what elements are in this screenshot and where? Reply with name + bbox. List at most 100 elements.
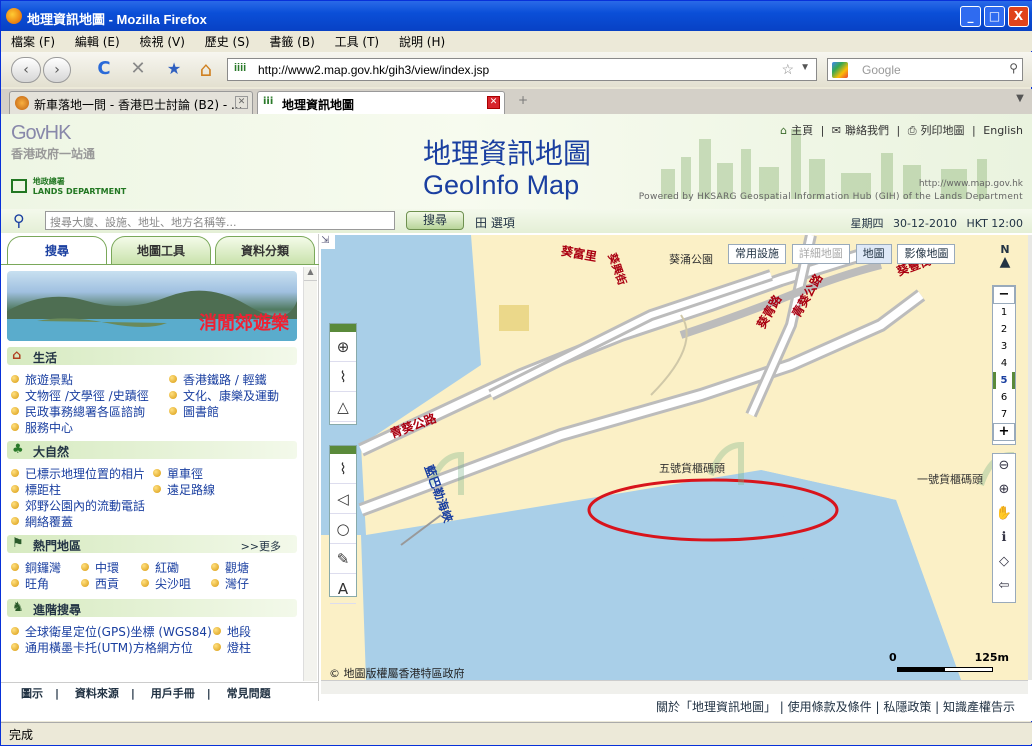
link-causeway-bay[interactable]: 銅鑼灣 [9, 559, 61, 576]
reload-button[interactable]: C [91, 57, 117, 83]
link-user-manual[interactable]: 用戶手冊 [151, 687, 195, 700]
section-life[interactable]: ⌂ 生活 [7, 347, 297, 365]
link-wan-chai[interactable]: 灣仔 [209, 575, 249, 592]
section-hot-areas[interactable]: ⚑ 熱門地區 >>更多 [7, 535, 297, 553]
left-panel-scrollbar[interactable]: ▲ [303, 267, 317, 681]
link-hiking-routes[interactable]: 遠足路線 [151, 481, 215, 498]
new-tab-icon[interactable]: + [513, 93, 533, 111]
link-geotagged-photos[interactable]: 已標示地理位置的相片 [9, 465, 145, 482]
tab-list-icon[interactable]: ▼ [1013, 93, 1027, 111]
tab-data-categories[interactable]: 資料分類 [215, 236, 315, 264]
zoom-in-magnifier-icon[interactable]: ⊕ [993, 478, 1015, 502]
tab-map-tools[interactable]: 地圖工具 [111, 236, 211, 264]
draw-circle-icon[interactable]: ○ [330, 514, 356, 544]
tool-group-collapse-icon[interactable] [330, 324, 356, 332]
stop-button[interactable]: ✕ [125, 57, 151, 83]
link-home-affairs-cont[interactable]: 服務中心 [9, 419, 73, 436]
text-icon[interactable]: A [330, 574, 356, 604]
tab-bus-forum[interactable]: 新車落地一問 - 香港巴士討論 (B2) - ... ✕ [9, 91, 253, 114]
link-mong-kok[interactable]: 旺角 [9, 575, 49, 592]
draw-polygon-icon[interactable]: ◁ [330, 484, 356, 514]
link-mobile-coverage-cont[interactable]: 網絡覆蓋 [9, 513, 73, 530]
layer-common-facilities[interactable]: 常用設施 [728, 244, 786, 264]
eraser-icon[interactable]: ◇ [993, 550, 1015, 574]
close-tab-icon[interactable]: ✕ [487, 96, 500, 109]
menu-history[interactable]: 歷史 (S) [195, 31, 256, 50]
link-data-source[interactable]: 資料來源 [75, 687, 119, 700]
zoom-level-5[interactable]: 5 [993, 372, 1015, 389]
tab-search[interactable]: 搜尋 [7, 236, 107, 264]
leisure-banner[interactable]: 消閒郊遊樂 [7, 271, 297, 341]
search-button[interactable]: 搜尋 [406, 211, 464, 230]
zoom-level-4[interactable]: 4 [993, 355, 1015, 372]
menu-edit[interactable]: 編輯 (E) [65, 31, 126, 50]
tool-group-collapse-icon[interactable] [330, 446, 356, 454]
menu-tools[interactable]: 工具 (T) [325, 31, 386, 50]
pan-hand-icon[interactable]: ✋ [993, 502, 1015, 526]
layer-map[interactable]: 地圖 [855, 244, 892, 264]
section-advanced-search[interactable]: ♞ 進階搜尋 [7, 599, 297, 617]
tab-geoinfo-map[interactable]: iii 地理資訊地圖 ✕ [257, 91, 505, 114]
more-link[interactable]: >>更多 [241, 538, 281, 554]
link-library[interactable]: 圖書館 [167, 403, 219, 420]
link-attractions[interactable]: 旅遊景點 [9, 371, 73, 388]
lands-department-logo[interactable]: 地政總署 LANDS DEPARTMENT [11, 176, 126, 196]
link-lamp-post[interactable]: 燈柱 [211, 639, 251, 656]
link-mobile-coverage[interactable]: 郊野公園內的流動電話 [9, 497, 145, 514]
scroll-up-icon[interactable]: ▲ [304, 267, 317, 281]
zoom-level-1[interactable]: 1 [993, 304, 1015, 321]
link-distance-posts[interactable]: 標距柱 [9, 481, 61, 498]
link-kwun-tong[interactable]: 觀塘 [209, 559, 249, 576]
link-legend[interactable]: 圖示 [21, 687, 43, 700]
govhk-logo[interactable]: GovHK 香港政府一站通 [11, 122, 95, 162]
zoom-level-7[interactable]: 7 [993, 406, 1015, 423]
layer-imagery[interactable]: 影像地圖 [897, 244, 956, 264]
search-engine-bar[interactable]: Google ⚲ [827, 58, 1023, 81]
url-dropdown-icon[interactable]: ▼ [800, 62, 810, 73]
link-central[interactable]: 中環 [79, 559, 119, 576]
link-mtr[interactable]: 香港鐵路 / 輕鐵 [167, 371, 267, 388]
close-window-button[interactable]: X [1008, 6, 1029, 27]
link-home-affairs[interactable]: 民政事務總署各區諮詢 [9, 403, 145, 420]
section-nature[interactable]: ♣ 大自然 [7, 441, 297, 459]
layer-detailed-map[interactable]: 詳細地圖 [791, 244, 850, 264]
close-tab-icon[interactable]: ✕ [235, 96, 248, 109]
polyline-icon[interactable]: ⌇ [330, 362, 356, 392]
zoom-in-button[interactable]: + [993, 423, 1015, 441]
link-contact[interactable]: 聯絡我們 [845, 124, 889, 137]
link-gps-coordinates[interactable]: 全球衛星定位(GPS)坐標 (WGS84) [9, 623, 212, 640]
zoom-level-3[interactable]: 3 [993, 338, 1015, 355]
zoom-level-2[interactable]: 2 [993, 321, 1015, 338]
menu-view[interactable]: 檢視 (V) [130, 31, 191, 50]
link-culture-sports[interactable]: 文化、康樂及運動 [167, 387, 279, 404]
link-hung-hom[interactable]: 紅磡 [139, 559, 179, 576]
info-icon[interactable]: ℹ [993, 526, 1015, 550]
back-button[interactable]: ‹ [11, 57, 41, 83]
draw-line-icon[interactable]: ⌇ [330, 454, 356, 484]
link-heritage-trails[interactable]: 文物徑 /文學徑 /史蹟徑 [9, 387, 149, 404]
search-options-toggle[interactable]: 田 選項 [475, 214, 515, 231]
link-utm-grid[interactable]: 通用橫墨卡托(UTM)方格網方位 [9, 639, 193, 656]
menu-help[interactable]: 說明 (H) [389, 31, 451, 50]
menu-file[interactable]: 檔案 (F) [1, 31, 61, 50]
zoom-level-6[interactable]: 6 [993, 389, 1015, 406]
link-tsim-sha-tsui[interactable]: 尖沙咀 [139, 575, 191, 592]
target-icon[interactable]: ⊕ [330, 332, 356, 362]
menu-bookmarks[interactable]: 書籤 (B) [259, 31, 320, 50]
magnifier-icon[interactable]: ⚲ [1009, 61, 1018, 75]
minimize-button[interactable]: _ [960, 6, 981, 27]
forward-button[interactable]: › [43, 57, 71, 83]
link-cycle-tracks[interactable]: 單車徑 [151, 465, 203, 482]
bookmark-page-icon[interactable]: ☆ [781, 61, 794, 78]
link-home[interactable]: 主頁 [791, 124, 813, 137]
link-print[interactable]: 列印地圖 [921, 124, 965, 137]
search-input[interactable]: 搜尋大廈、設施、地址、地方名稱等... [45, 211, 395, 230]
maximize-button[interactable]: □ [984, 6, 1005, 27]
collapse-panel-icon[interactable]: ⇲ [321, 235, 335, 249]
link-faq[interactable]: 常見問題 [227, 687, 271, 700]
triangle-icon[interactable]: △ [330, 392, 356, 422]
google-icon[interactable] [832, 62, 848, 78]
link-english[interactable]: English [983, 124, 1023, 137]
zoom-out-button[interactable]: − [993, 286, 1015, 304]
back-arrow-icon[interactable]: ⇦ [993, 574, 1015, 598]
